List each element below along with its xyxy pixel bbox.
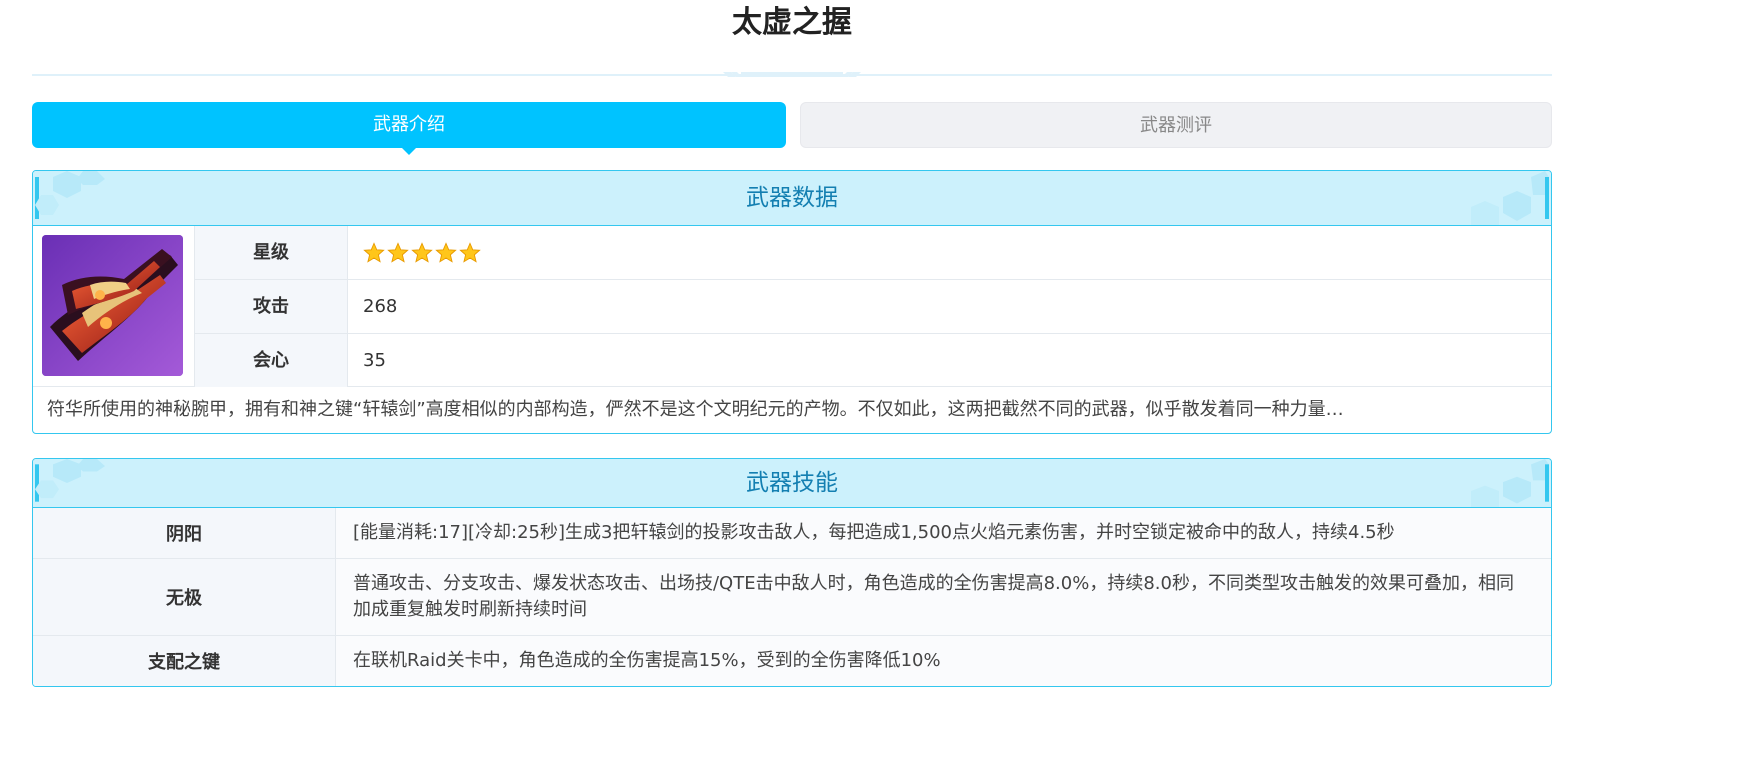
skill-name: 无极 <box>33 559 336 635</box>
star-icon <box>387 241 409 263</box>
hexagon-decoration-icon <box>35 459 105 502</box>
skill-description: 普通攻击、分支攻击、爆发状态攻击、出场技/QTE击中敌人时，角色造成的全伤害提高… <box>353 573 1514 620</box>
weapon-data-rows: 星级 攻击 268 会心 35 <box>194 226 1551 387</box>
weapon-stat-label: 会心 <box>194 334 348 387</box>
hexagon-decoration-icon <box>1471 459 1549 507</box>
weapon-stat-row: 星级 <box>194 226 1551 280</box>
tab-weapon-intro-label: 武器介绍 <box>373 114 445 135</box>
tab-weapon-review[interactable]: 武器测评 <box>800 102 1552 148</box>
tab-weapon-intro[interactable]: 武器介绍 <box>32 102 786 155</box>
page-title: 太虚之握 <box>732 5 852 40</box>
weapon-skills-panel: 武器技能 阴阳 [能量消耗:17][冷却:25秒]生成3把轩辕剑的投影攻击敌人，… <box>32 458 1552 687</box>
weapon-description: 符华所使用的神秘腕甲，拥有和神之键“轩辕剑”高度相似的内部构造，俨然不是这个文明… <box>47 399 1344 420</box>
weapon-stat-value: 268 <box>363 296 398 317</box>
weapon-stat-label: 攻击 <box>194 280 348 333</box>
weapon-stat-label: 星级 <box>194 226 348 279</box>
tab-bar: 武器介绍 武器测评 <box>32 102 1552 155</box>
weapon-stat-row: 会心 35 <box>194 334 1551 387</box>
star-rating <box>363 226 481 279</box>
skill-description: [能量消耗:17][冷却:25秒]生成3把轩辕剑的投影攻击敌人，每把造成1,50… <box>353 522 1395 543</box>
star-icon <box>435 241 457 263</box>
weapon-data-grid: 星级 攻击 268 会心 35 <box>33 226 1551 387</box>
weapon-data-panel: 武器数据 星级 攻击 268 会心 35 符华所使用的神秘腕甲，拥有和神之键“轩… <box>32 170 1552 434</box>
star-icon <box>459 241 481 263</box>
star-icon <box>411 241 433 263</box>
weapon-skills-header: 武器技能 <box>33 459 1551 508</box>
weapon-stat-row: 攻击 268 <box>194 280 1551 334</box>
weapon-stat-value: 35 <box>363 350 386 371</box>
star-icon <box>363 241 385 263</box>
skill-name: 支配之键 <box>33 636 336 686</box>
skill-row: 无极 普通攻击、分支攻击、爆发状态攻击、出场技/QTE击中敌人时，角色造成的全伤… <box>33 559 1551 636</box>
weapon-data-title: 武器数据 <box>746 185 838 211</box>
weapon-data-header: 武器数据 <box>33 171 1551 226</box>
title-divider <box>32 50 1552 80</box>
hexagon-decoration-icon <box>1471 171 1549 225</box>
page: 太虚之握 武器介绍 武器测评 武器数据 星级 攻击 268 会心 35 符华所使… <box>32 0 1552 687</box>
skill-row: 支配之键 在联机Raid关卡中，角色造成的全伤害提高15%，受到的全伤害降低10… <box>33 636 1551 686</box>
hexagon-decoration-icon <box>35 171 105 219</box>
skill-description: 在联机Raid关卡中，角色造成的全伤害提高15%，受到的全伤害降低10% <box>353 650 941 671</box>
skill-row: 阴阳 [能量消耗:17][冷却:25秒]生成3把轩辕剑的投影攻击敌人，每把造成1… <box>33 508 1551 559</box>
skill-name: 阴阳 <box>33 508 336 558</box>
active-tab-caret-icon <box>401 147 417 155</box>
tab-weapon-review-label: 武器测评 <box>1140 115 1212 136</box>
divider-ornament-icon <box>723 72 861 77</box>
weapon-skills-title: 武器技能 <box>746 470 838 496</box>
gauntlet-weapon-icon <box>42 235 183 376</box>
